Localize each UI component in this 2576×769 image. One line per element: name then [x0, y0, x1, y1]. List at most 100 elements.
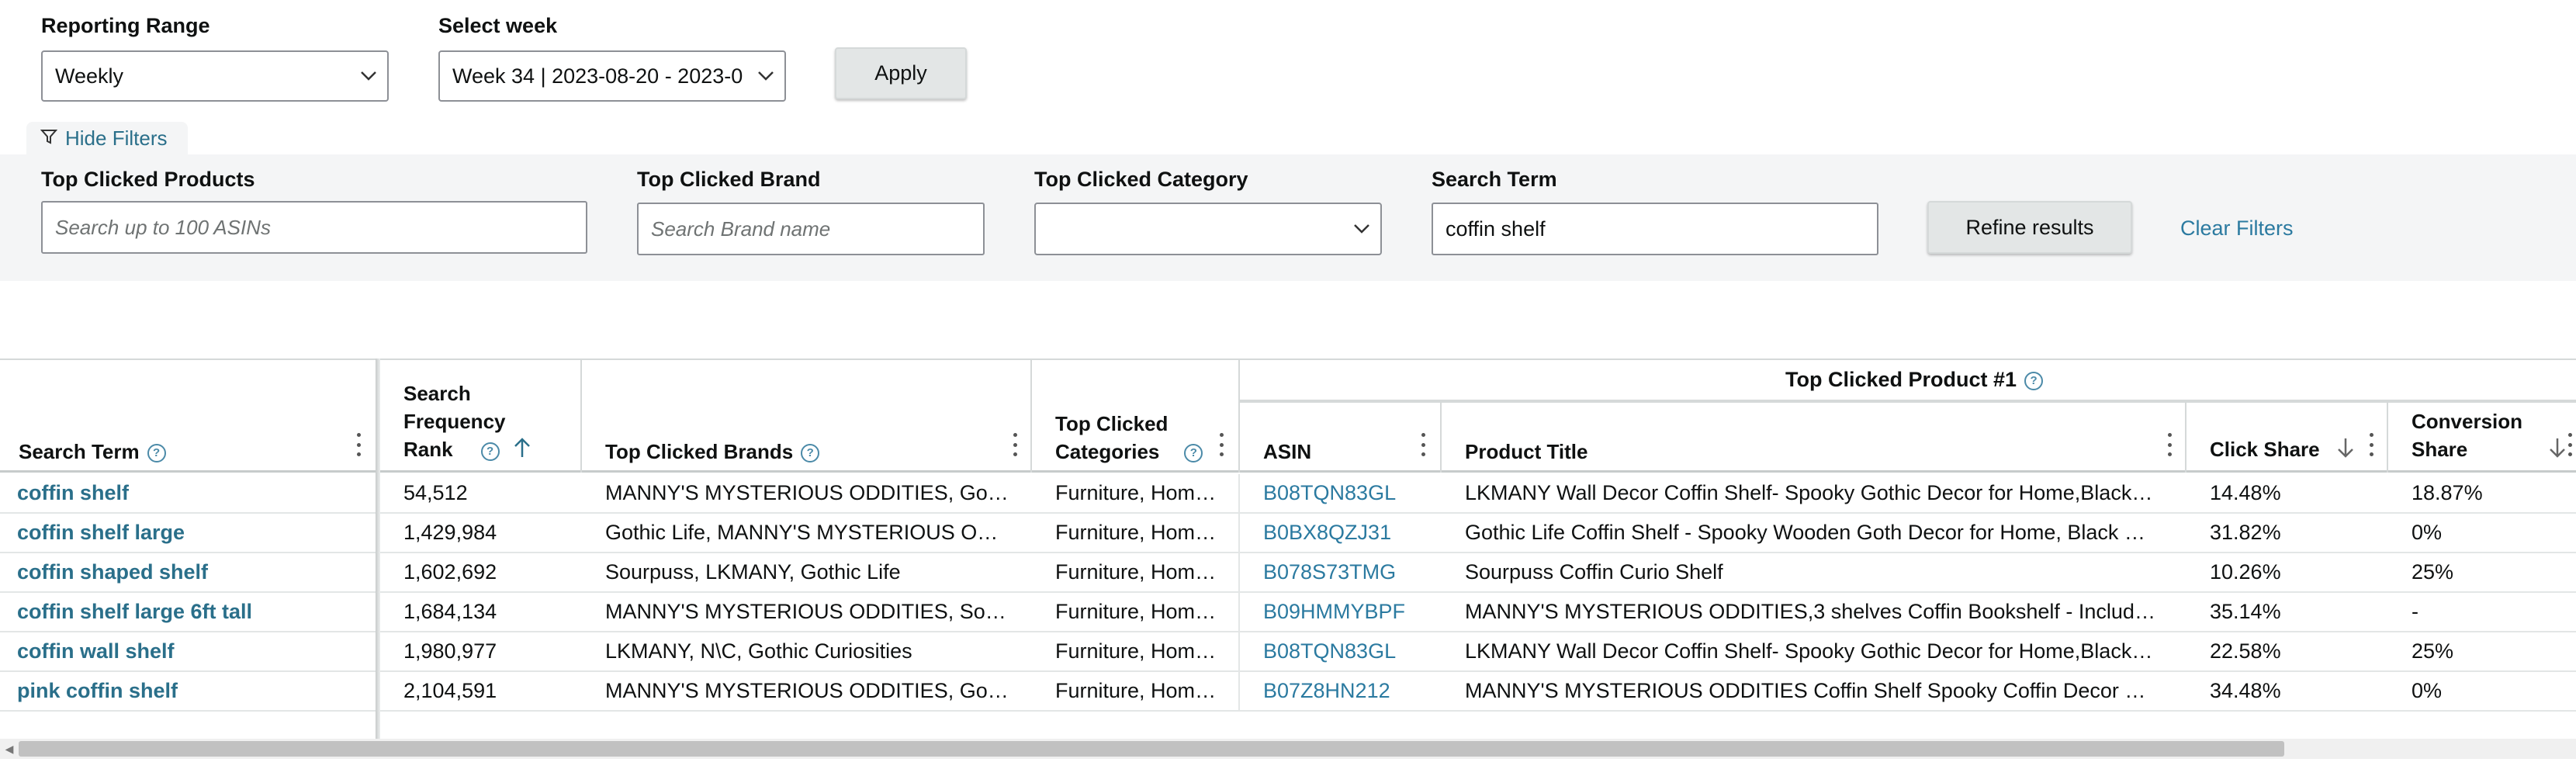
- row-divider: [1238, 632, 1240, 670]
- cell-product-title: MANNY'S MYSTERIOUS ODDITIES,3 shelves Co…: [1465, 600, 2155, 623]
- kebab-menu-icon[interactable]: [2368, 433, 2374, 456]
- hide-filters-toggle[interactable]: Hide Filters: [26, 122, 188, 154]
- select-week-value: Week 34 | 2023-08-20 - 2023-0: [452, 64, 743, 88]
- cell-search-term[interactable]: coffin wall shelf: [17, 632, 366, 670]
- table-row: coffin shelf large 6ft tall 1,684,134 MANN…: [0, 593, 2576, 632]
- cell-asin[interactable]: B09HMMYBPF: [1263, 593, 1426, 631]
- kebab-menu-icon[interactable]: [1218, 433, 1224, 456]
- table-row: pink coffin shelf 2,104,591 MANNY'S MYSTER…: [0, 672, 2576, 712]
- reporting-range-select[interactable]: Weekly: [41, 50, 389, 102]
- cell-search-term[interactable]: coffin shaped shelf: [17, 553, 366, 591]
- header-divider: [2387, 401, 2388, 473]
- top-clicked-category-select[interactable]: [1034, 203, 1382, 255]
- cell-click-share: 22.58%: [2210, 639, 2281, 663]
- top-clicked-brand-label: Top Clicked Brand: [637, 168, 821, 191]
- cell-asin[interactable]: B07Z8HN212: [1263, 672, 1426, 710]
- frozen-column-divider: [376, 359, 380, 739]
- table-row: coffin shaped shelf 1,602,692 Sourpuss, LK…: [0, 553, 2576, 593]
- cell-product-title: LKMANY Wall Decor Coffin Shelf- Spooky G…: [1465, 639, 2155, 663]
- cell-top-clicked-brands: Sourpuss, LKMANY, Gothic Life: [605, 560, 901, 584]
- header-divider: [1030, 359, 1032, 473]
- cell-asin[interactable]: B0BX8QZJ31: [1263, 514, 1426, 552]
- clear-filters-link[interactable]: Clear Filters: [2180, 216, 2294, 241]
- header-top-clicked-categories[interactable]: Top Clicked Categories?: [1030, 359, 1238, 473]
- kebab-menu-icon[interactable]: [1012, 433, 1018, 456]
- cell-asin[interactable]: B078S73TMG: [1263, 553, 1426, 591]
- header-cat-line1: Top Clicked: [1055, 412, 1169, 435]
- cell-click-share: 35.14%: [2210, 600, 2281, 623]
- cell-search-term[interactable]: coffin shelf large 6ft tall: [17, 593, 366, 631]
- header-divider: [2185, 401, 2186, 473]
- header-product-title[interactable]: Product Title: [1440, 401, 2185, 473]
- header-conv-line2: Share: [2412, 438, 2468, 462]
- arrow-down-icon[interactable]: [2548, 437, 2567, 466]
- cell-search-term[interactable]: coffin shelf: [17, 474, 366, 512]
- kebab-menu-icon[interactable]: [355, 433, 362, 456]
- header-search-term[interactable]: Search Term?: [0, 359, 376, 473]
- header-sfr-line3: Rank: [403, 438, 453, 462]
- cell-search-term[interactable]: pink coffin shelf: [17, 672, 366, 710]
- top-clicked-products-label: Top Clicked Products: [41, 168, 255, 191]
- cell-search-frequency-rank: 1,980,977: [403, 639, 497, 663]
- arrow-down-icon[interactable]: [2336, 437, 2355, 466]
- cell-top-clicked-categories: Furniture, Home, Kitchen: [1055, 639, 1218, 663]
- scrollbar-thumb[interactable]: [19, 741, 2284, 757]
- cell-top-clicked-categories: Furniture, Home, Kitchen: [1055, 679, 1218, 702]
- kebab-menu-icon[interactable]: [2567, 433, 2573, 456]
- help-circle-icon[interactable]: ?: [2024, 371, 2044, 390]
- cell-asin[interactable]: B08TQN83GL: [1263, 474, 1426, 512]
- table-row: coffin wall shelf 1,980,977 LKMANY, N\C, G…: [0, 632, 2576, 672]
- header-sfr-line2: Frequency: [403, 410, 506, 434]
- select-week-label: Select week: [438, 14, 558, 37]
- cell-top-clicked-brands: Gothic Life, MANNY'S MYSTERIOUS ODDITIES…: [605, 521, 1009, 544]
- cell-search-term[interactable]: coffin shelf large: [17, 514, 366, 552]
- cell-search-frequency-rank: 1,602,692: [403, 560, 497, 584]
- search-term-input[interactable]: [1432, 203, 1878, 255]
- apply-button[interactable]: Apply: [835, 47, 967, 99]
- arrow-up-icon[interactable]: [513, 437, 531, 466]
- cell-conversion-share: 0%: [2412, 521, 2443, 544]
- chevron-down-icon: [350, 52, 387, 100]
- header-click-share[interactable]: Click Share: [2185, 401, 2387, 473]
- chevron-down-icon: [747, 52, 784, 100]
- help-circle-icon[interactable]: ?: [480, 442, 500, 461]
- row-divider: [1238, 474, 1240, 512]
- hide-filters-label: Hide Filters: [65, 126, 168, 150]
- help-circle-icon[interactable]: ?: [801, 444, 820, 463]
- scroll-left-icon[interactable]: ◀: [0, 739, 19, 759]
- header-asin[interactable]: ASIN: [1238, 401, 1440, 473]
- header-product-title-label: Product Title: [1465, 440, 1588, 463]
- row-divider: [1238, 672, 1240, 710]
- cell-conversion-share: 25%: [2412, 639, 2454, 663]
- header-conv-line1: Conversion: [2412, 410, 2523, 434]
- cell-conversion-share: 25%: [2412, 560, 2454, 584]
- horizontal-scrollbar[interactable]: ◀: [0, 739, 2576, 759]
- group-header-top-clicked-product: Top Clicked Product #1?: [1238, 359, 2576, 401]
- top-clicked-category-label: Top Clicked Category: [1034, 168, 1248, 191]
- row-divider: [1238, 593, 1240, 631]
- help-circle-icon[interactable]: ?: [147, 444, 166, 463]
- refine-results-button[interactable]: Refine results: [1927, 201, 2132, 254]
- cell-conversion-share: 18.87%: [2412, 481, 2483, 504]
- cell-top-clicked-brands: LKMANY, N\C, Gothic Curiosities: [605, 639, 912, 663]
- top-clicked-brand-input[interactable]: [637, 203, 985, 255]
- cell-product-title: Sourpuss Coffin Curio Shelf: [1465, 560, 1723, 584]
- kebab-menu-icon[interactable]: [1420, 433, 1426, 456]
- cell-click-share: 31.82%: [2210, 521, 2281, 544]
- header-search-frequency-rank[interactable]: Search Frequency Rank?: [380, 359, 580, 473]
- select-week-select[interactable]: Week 34 | 2023-08-20 - 2023-0: [438, 50, 786, 102]
- group-header-label: Top Clicked Product #1: [1785, 368, 2017, 391]
- top-clicked-products-input[interactable]: [41, 201, 587, 254]
- cell-top-clicked-categories: Furniture, Home, Kitchen: [1055, 481, 1218, 504]
- cell-search-frequency-rank: 1,684,134: [403, 600, 497, 623]
- cell-asin[interactable]: B08TQN83GL: [1263, 632, 1426, 670]
- header-top-clicked-brands[interactable]: Top Clicked Brands?: [580, 359, 1030, 473]
- cell-search-frequency-rank: 54,512: [403, 481, 468, 504]
- kebab-menu-icon[interactable]: [2166, 433, 2173, 456]
- cell-product-title: LKMANY Wall Decor Coffin Shelf- Spooky G…: [1465, 481, 2155, 504]
- header-conversion-share[interactable]: Conversion Share: [2387, 401, 2576, 473]
- cell-top-clicked-categories: Furniture, Home, Kitchen: [1055, 521, 1218, 544]
- header-divider: [1440, 401, 1442, 473]
- help-circle-icon[interactable]: ?: [1184, 444, 1203, 463]
- reporting-range-label: Reporting Range: [41, 14, 210, 37]
